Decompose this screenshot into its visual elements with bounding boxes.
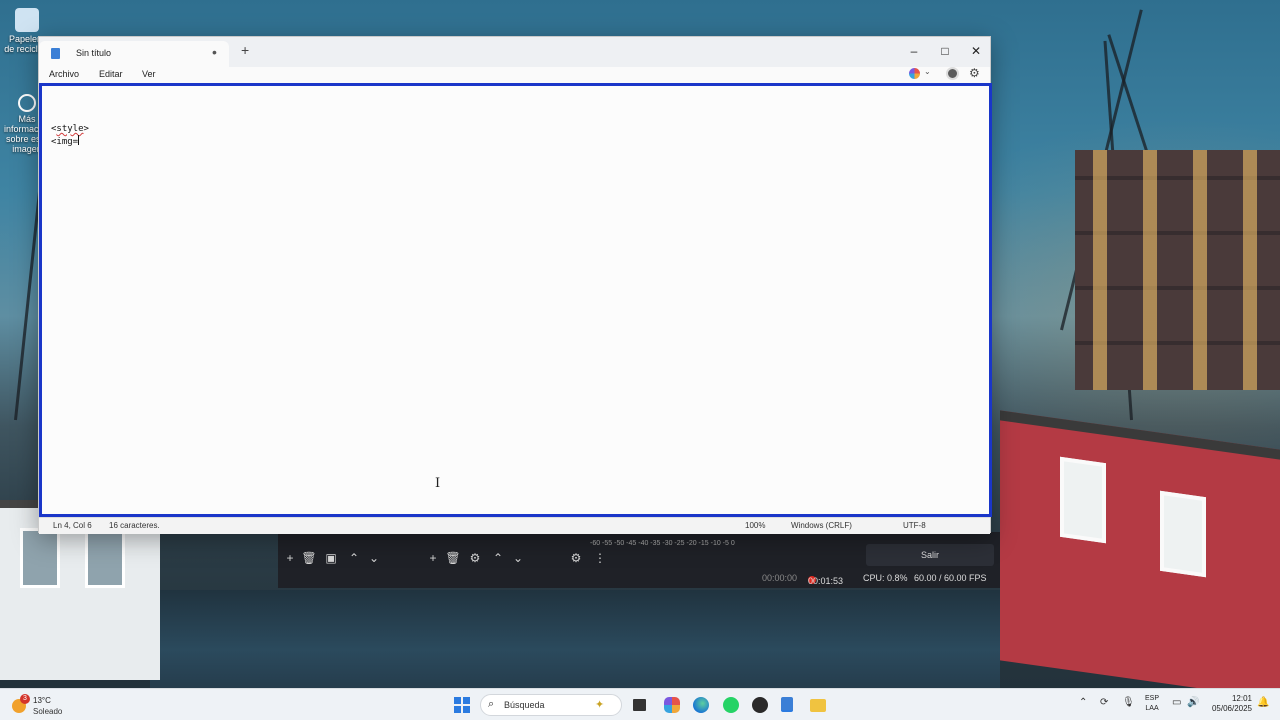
editor-content: <style> <img= [51, 124, 89, 148]
move-down-icon[interactable]: ⌄ [510, 550, 526, 566]
obs-status-bar: 00:00:00 00:01:53 CPU: 0.8% 60.00 / 60.0… [278, 570, 1000, 588]
more-options-icon[interactable]: ⋮ [592, 550, 608, 566]
tab-title: Sin título [76, 48, 112, 58]
mixer-settings-icon[interactable]: ⚙ [568, 550, 584, 566]
volume-icon[interactable]: 🔊 [1187, 697, 1199, 708]
move-down-icon[interactable]: ⌄ [366, 550, 382, 566]
notepad-file-icon [51, 48, 60, 59]
notification-badge: 3 [20, 694, 30, 704]
zoom-level[interactable]: 100% [745, 521, 765, 530]
building [1075, 150, 1280, 390]
close-button[interactable]: ✕ [964, 41, 988, 61]
menu-ver[interactable]: Ver [142, 69, 156, 79]
menu-archivo[interactable]: Archivo [49, 69, 79, 79]
cursor-position: Ln 4, Col 6 [53, 521, 92, 530]
title-bar: Sin título • + – □ ✕ [39, 37, 990, 67]
taskbar: 3 13°C Soleado ⌕ Búsqueda ✦ ⌃ ⟳ 🎙 ESP LA… [0, 688, 1280, 720]
audio-meter-scale: -60 -55 -50 -45 -40 -35 -30 -25 -20 -15 … [590, 540, 735, 547]
account-avatar[interactable] [946, 67, 959, 80]
move-up-icon[interactable]: ⌃ [346, 550, 362, 566]
tab-sin-titulo[interactable]: Sin título • [39, 41, 229, 67]
encoding[interactable]: UTF-8 [903, 521, 926, 530]
scene-filter-icon[interactable]: ▣ [323, 550, 339, 566]
text-editor[interactable]: <style> <img= I [39, 83, 992, 517]
edge-browser-icon[interactable] [693, 697, 709, 713]
maximize-button[interactable]: □ [933, 41, 957, 61]
copilot-icon[interactable] [909, 68, 920, 79]
copilot-app-icon[interactable] [664, 697, 680, 713]
notification-bell-icon[interactable]: 🔔 [1257, 697, 1269, 708]
move-up-icon[interactable]: ⌃ [490, 550, 506, 566]
new-tab-button[interactable]: + [241, 42, 249, 58]
network-icon[interactable]: ▭ [1172, 697, 1181, 708]
menu-editar[interactable]: Editar [99, 69, 123, 79]
task-view-icon[interactable] [633, 699, 646, 711]
clock-date: 05/06/2025 [1211, 704, 1252, 713]
copilot-sparkle-icon: ✦ [595, 699, 605, 711]
red-houseboat [1000, 410, 1280, 688]
chevron-down-icon[interactable]: ⌄ [924, 67, 931, 76]
temperature: 13°C [33, 696, 51, 705]
notepad-app-icon[interactable] [781, 697, 793, 712]
start-button-windows-icon[interactable] [454, 697, 470, 713]
boat-window [1060, 456, 1106, 544]
obs-studio-icon[interactable] [752, 697, 768, 713]
source-settings-icon[interactable]: ⚙ [467, 550, 483, 566]
search-box[interactable]: ⌕ Búsqueda ✦ [480, 694, 622, 716]
boat-window [1160, 490, 1206, 578]
line-ending[interactable]: Windows (CRLF) [791, 521, 852, 530]
ibeam-cursor-icon: I [435, 476, 441, 491]
weather-condition: Soleado [33, 707, 63, 716]
delete-source-icon[interactable]: 🗑 [445, 550, 461, 566]
rec-time-value: 00:01:53 [808, 576, 844, 586]
sync-icon[interactable]: ⟳ [1100, 697, 1108, 708]
whatsapp-icon[interactable] [723, 697, 739, 713]
editor-line: <img= [51, 137, 79, 147]
editor-line: <style> [51, 124, 89, 134]
lang-line-1: ESP [1145, 695, 1160, 702]
clock-time: 12:01 [1231, 694, 1252, 703]
clock[interactable]: 12:01 05/06/2025 [1208, 694, 1252, 714]
boat-window [85, 528, 125, 588]
stream-time: 00:00:00 [762, 573, 798, 583]
exit-button[interactable]: Salir [866, 544, 994, 566]
settings-gear-icon[interactable]: ⚙ [969, 66, 980, 80]
fps-readout: 60.00 / 60.00 FPS [914, 573, 987, 583]
delete-scene-icon[interactable]: 🗑 [301, 550, 317, 566]
menu-bar: Archivo Editar Ver [39, 67, 990, 83]
obs-window: + 🗑 ▣ ⌃ ⌄ + 🗑 ⚙ ⌃ ⌄ ⚙ ⋮ -60 -55 -50 -45 … [278, 532, 1000, 588]
microphone-icon[interactable]: 🎙 [1122, 697, 1135, 708]
input-language[interactable]: ESP LAA [1145, 694, 1159, 714]
chevron-up-icon[interactable]: ⌃ [1079, 697, 1087, 708]
add-source-icon[interactable]: + [425, 550, 441, 566]
character-count: 16 caracteres. [109, 521, 160, 530]
boat-window [20, 528, 60, 588]
info-icon [18, 94, 36, 112]
text-caret [78, 135, 80, 145]
status-bar: Ln 4, Col 6 16 caracteres. 100% Windows … [39, 517, 990, 534]
obs-toolbar: + 🗑 ▣ ⌃ ⌄ + 🗑 ⚙ ⌃ ⌄ ⚙ ⋮ -60 -55 -50 -45 … [278, 538, 1000, 568]
add-scene-icon[interactable]: + [282, 550, 298, 566]
minimize-button[interactable]: – [902, 41, 926, 61]
unsaved-indicator[interactable]: • [212, 44, 217, 60]
recycle-bin-icon [15, 8, 39, 32]
search-label: Búsqueda [504, 700, 545, 710]
search-icon: ⌕ [488, 698, 495, 710]
file-explorer-icon[interactable] [810, 699, 826, 712]
canal-water [150, 590, 1000, 688]
cpu-usage: CPU: 0.8% [863, 573, 908, 583]
spellcheck-word: style [56, 124, 84, 134]
lang-line-2: LAA [1145, 705, 1159, 712]
notepad-window: Sin título • + – □ ✕ Archivo Editar Ver … [38, 36, 992, 534]
weather-widget[interactable]: 3 13°C Soleado [12, 694, 82, 718]
